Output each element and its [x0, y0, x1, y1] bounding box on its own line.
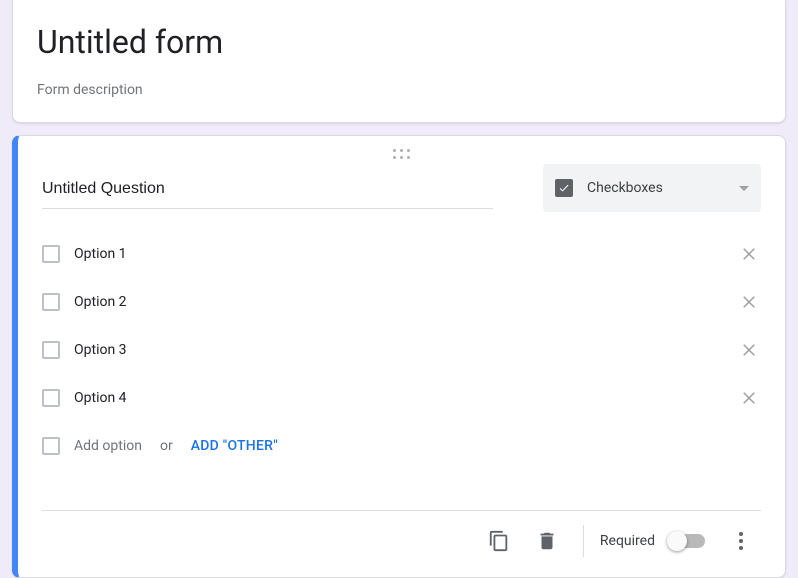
option-row: Option 4 [42, 374, 761, 422]
remove-option-button[interactable] [737, 242, 761, 266]
question-type-selector[interactable]: Checkboxes [543, 164, 761, 212]
option-input[interactable]: Option 3 [74, 342, 723, 358]
form-title[interactable]: Untitled form [37, 22, 761, 62]
delete-button[interactable] [527, 521, 567, 561]
option-input[interactable]: Option 2 [74, 294, 723, 310]
form-header-card: Untitled form Form description [12, 0, 786, 123]
checkbox-icon [42, 293, 60, 311]
option-input[interactable]: Option 1 [74, 246, 723, 262]
option-row: Option 1 [42, 230, 761, 278]
question-type-label: Checkboxes [587, 180, 725, 196]
duplicate-button[interactable] [479, 521, 519, 561]
chevron-down-icon [739, 186, 749, 191]
required-label: Required [600, 533, 655, 549]
checkbox-icon [42, 245, 60, 263]
checkbox-type-icon [555, 179, 573, 197]
remove-option-button[interactable] [737, 386, 761, 410]
question-card: Checkboxes Option 1 Option 2 [12, 135, 786, 578]
checkbox-icon [42, 389, 60, 407]
add-option-row: Add option or ADD "OTHER" [42, 422, 761, 470]
drag-handle-icon[interactable] [18, 144, 785, 164]
options-list: Option 1 Option 2 Option 3 [42, 230, 761, 470]
checkbox-icon [42, 341, 60, 359]
option-row: Option 3 [42, 326, 761, 374]
footer-divider [583, 525, 584, 557]
option-input[interactable]: Option 4 [74, 390, 723, 406]
question-footer: Required [42, 510, 761, 577]
option-row: Option 2 [42, 278, 761, 326]
question-title-input[interactable] [42, 172, 493, 209]
add-option-button[interactable]: Add option [74, 438, 142, 454]
required-toggle[interactable] [669, 534, 705, 548]
remove-option-button[interactable] [737, 290, 761, 314]
remove-option-button[interactable] [737, 338, 761, 362]
more-options-button[interactable] [721, 521, 761, 561]
add-other-button[interactable]: ADD "OTHER" [191, 438, 278, 454]
form-description[interactable]: Form description [37, 82, 761, 98]
add-option-or-label: or [160, 438, 173, 454]
checkbox-icon [42, 437, 60, 455]
